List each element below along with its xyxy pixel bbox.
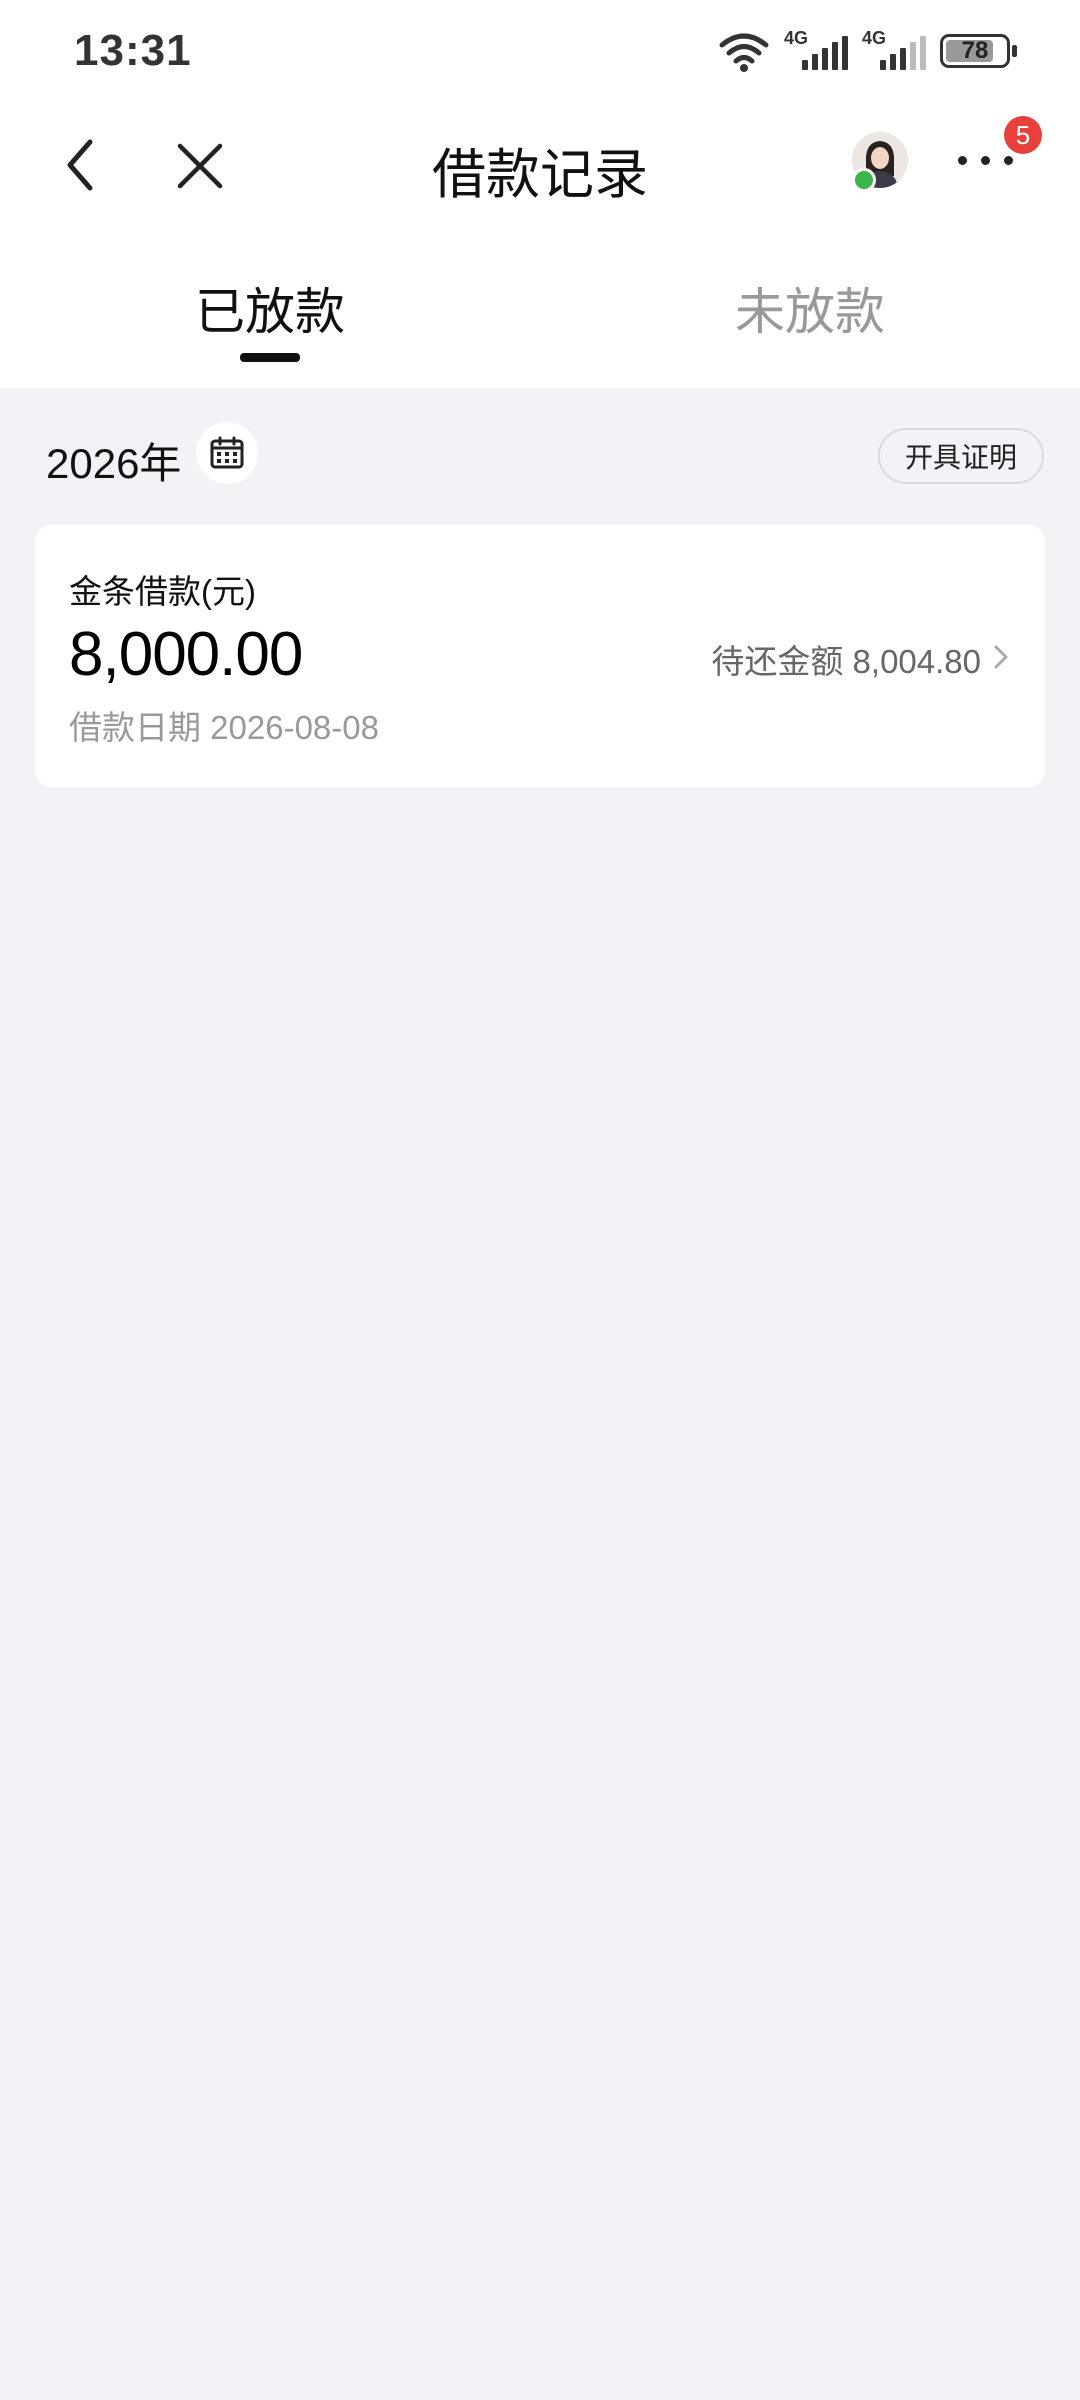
- battery-level: 78: [961, 37, 989, 64]
- calendar-button[interactable]: [196, 422, 258, 484]
- status-icons: 4G 4G 78: [718, 26, 1017, 76]
- loan-amount: 8,000.00: [69, 620, 303, 689]
- filter-bar: 2026年 开具证明: [0, 388, 1080, 518]
- loan-date: 借款日期 2026-08-08: [69, 709, 379, 746]
- notification-badge: 5: [1004, 116, 1042, 154]
- status-time: 13:31: [74, 26, 192, 75]
- chevron-right-icon: [994, 645, 1008, 669]
- signal-icon: 4G: [784, 28, 848, 74]
- tab-not-disbursed[interactable]: 未放款: [610, 272, 1010, 344]
- tab-disbursed[interactable]: 已放款: [70, 272, 470, 344]
- loan-card[interactable]: 金条借款(元) 8,000.00 待还金额 8,004.80 借款日期 2026…: [35, 525, 1045, 787]
- nav-bar: 借款记录 5: [0, 100, 1080, 230]
- header-area: 13:31 4G 4G 78 借款记录 5 已放款 未放款: [0, 0, 1080, 388]
- year-selector[interactable]: 2026年: [46, 430, 181, 491]
- signal-icon: 4G: [862, 28, 926, 74]
- tab-indicator: [240, 353, 300, 362]
- online-status-dot: [852, 168, 876, 192]
- loan-title: 金条借款(元): [69, 573, 256, 610]
- calendar-icon: [210, 436, 244, 469]
- certificate-button[interactable]: 开具证明: [878, 428, 1044, 484]
- battery-icon: 78: [940, 34, 1017, 68]
- wifi-icon: [719, 33, 769, 72]
- pending-amount: 待还金额 8,004.80: [711, 643, 981, 680]
- tab-bar: 已放款 未放款: [0, 240, 1080, 388]
- status-bar: 13:31 4G 4G 78: [0, 0, 1080, 100]
- more-icon[interactable]: [958, 156, 1013, 165]
- page-title: 借款记录: [432, 145, 648, 205]
